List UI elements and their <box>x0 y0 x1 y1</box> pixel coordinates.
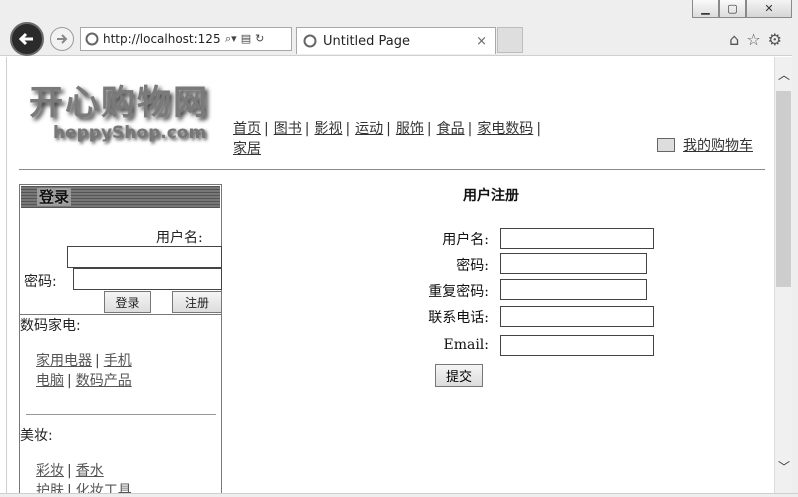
vertical-scrollbar[interactable]: ︿ ﹀ <box>774 57 792 493</box>
compat-icon[interactable]: ▤ <box>241 32 251 46</box>
page-viewport: 开心购物网 heppyShop.com 首页 | 图书 | 影视 | 运动 | 服饰 | 食品 | 家电… <box>6 57 774 493</box>
category-title-electronics: 数码家电: <box>20 318 81 334</box>
browser-right-icons: ⌂ ☆ ⚙ <box>729 30 782 49</box>
back-arrow-icon <box>18 32 33 46</box>
register-username-input[interactable] <box>500 228 654 249</box>
nav-item-electronics[interactable]: 家电数码 <box>477 121 533 137</box>
home-icon[interactable]: ⌂ <box>729 30 739 49</box>
window-frame-bottom <box>0 493 798 497</box>
tab-title: Untitled Page <box>323 33 411 49</box>
nav-item-food[interactable]: 食品 <box>437 121 465 137</box>
field-label-password: 密码: <box>456 258 489 274</box>
nav-item-clothing[interactable]: 服饰 <box>396 121 424 137</box>
minimize-button[interactable]: ▁ <box>692 0 719 18</box>
left-sidebar: 登录 用户名: 密码: 登录 注册 数码家电: 家用电器 | 手机 电脑 | 数码产品 … <box>19 184 222 493</box>
nav-item-sports[interactable]: 运动 <box>355 121 383 137</box>
submit-button[interactable]: 提交 <box>435 364 483 387</box>
login-password-input[interactable] <box>73 268 222 290</box>
header-divider <box>19 169 765 170</box>
register-email-input[interactable] <box>500 335 654 356</box>
scroll-up-icon[interactable]: ︿ <box>775 65 793 83</box>
field-label-phone: 联系电话: <box>428 310 489 326</box>
ie-page-icon <box>85 32 99 46</box>
main-nav: 首页 | 图书 | 影视 | 运动 | 服饰 | 食品 | 家电数码 | 家居 <box>233 121 542 157</box>
address-bar[interactable]: http://localhost:1254 ⌕▾ ▤ ↻ <box>80 27 292 51</box>
site-logo-title: 开心购物网 <box>29 83 209 123</box>
address-tools: ⌕▾ ▤ ↻ <box>225 32 264 46</box>
search-icon[interactable]: ⌕▾ <box>225 32 237 46</box>
cart-icon <box>657 138 675 152</box>
sidebar-divider <box>26 414 216 415</box>
close-window-button[interactable]: ✕ <box>746 0 792 18</box>
link-skincare[interactable]: 护肤 <box>36 483 64 493</box>
scroll-down-icon[interactable]: ﹀ <box>775 457 793 475</box>
refresh-icon[interactable]: ↻ <box>255 32 264 46</box>
site-logo-subtitle: heppyShop.com <box>53 123 207 143</box>
link-digital-products[interactable]: 数码产品 <box>76 373 132 389</box>
field-label-confirm-password: 重复密码: <box>428 284 489 300</box>
nav-item-books[interactable]: 图书 <box>274 121 302 137</box>
gear-icon[interactable]: ⚙ <box>768 30 782 49</box>
star-icon[interactable]: ☆ <box>746 30 760 49</box>
browser-toolbar: ▁ ▢ ✕ http://localhost:1254 ⌕▾ ▤ ↻ Untit… <box>0 0 798 56</box>
login-header: 登录 <box>21 186 220 208</box>
nav-item-video[interactable]: 影视 <box>314 121 342 137</box>
maximize-button[interactable]: ▢ <box>719 0 746 18</box>
register-button[interactable]: 注册 <box>172 291 222 313</box>
back-button[interactable] <box>10 22 44 56</box>
category-links-electronics: 家用电器 | 手机 电脑 | 数码产品 <box>36 353 132 389</box>
tab-close-icon[interactable]: × <box>476 34 487 49</box>
address-url[interactable]: http://localhost:1254 <box>103 32 221 46</box>
link-home-appliances[interactable]: 家用电器 <box>36 353 92 369</box>
window-controls: ▁ ▢ ✕ <box>692 0 792 18</box>
category-title-beauty: 美妆: <box>20 428 53 444</box>
ie-page-icon <box>303 34 317 48</box>
login-title: 登录 <box>37 188 72 206</box>
cart-link-group[interactable]: 我的购物车 <box>657 135 753 155</box>
register-confirm-password-input[interactable] <box>500 279 647 300</box>
scrollbar-thumb[interactable] <box>776 91 791 287</box>
new-tab-button[interactable] <box>497 27 523 53</box>
login-password-label: 密码: <box>24 274 57 290</box>
field-label-username: 用户名: <box>442 232 489 248</box>
register-password-input[interactable] <box>500 253 647 274</box>
link-makeup-tools[interactable]: 化妆工具 <box>76 483 132 493</box>
login-username-label: 用户名: <box>156 230 203 246</box>
nav-item-home[interactable]: 首页 <box>233 121 261 137</box>
tab-untitled-page[interactable]: Untitled Page × <box>296 27 496 54</box>
window-frame-right <box>792 0 798 497</box>
link-phones[interactable]: 手机 <box>104 353 132 369</box>
link-computers[interactable]: 电脑 <box>36 373 64 389</box>
field-label-email: Email: <box>443 337 489 353</box>
register-phone-input[interactable] <box>500 306 654 327</box>
link-perfume[interactable]: 香水 <box>76 463 104 479</box>
login-button[interactable]: 登录 <box>104 291 151 313</box>
forward-arrow-icon <box>57 34 68 44</box>
cart-link[interactable]: 我的购物车 <box>683 135 753 155</box>
category-links-beauty: 彩妆 | 香水 护肤 | 化妆工具 <box>36 461 132 493</box>
login-username-input[interactable] <box>67 246 222 268</box>
nav-item-home-furnishing[interactable]: 家居 <box>233 141 261 157</box>
link-makeup[interactable]: 彩妆 <box>36 463 64 479</box>
form-title: 用户注册 <box>463 188 519 204</box>
forward-button[interactable] <box>50 27 74 51</box>
